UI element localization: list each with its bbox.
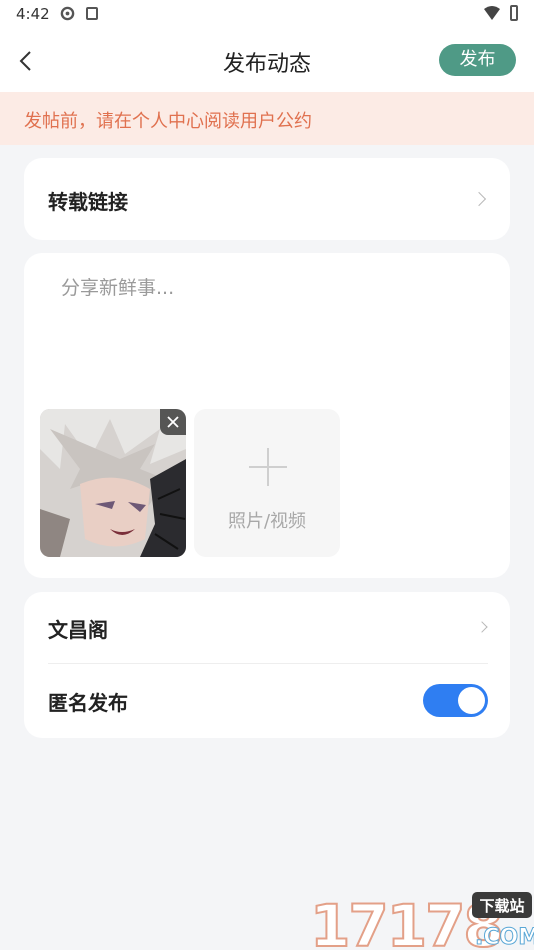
site-watermark-logo: 17178 下载站 .COM <box>310 891 534 950</box>
anonymous-toggle[interactable] <box>423 684 488 717</box>
remove-image-button[interactable] <box>160 409 186 435</box>
divider <box>48 663 488 664</box>
status-time: 4:42 <box>16 5 50 23</box>
post-text-input[interactable]: 分享新鲜事... <box>61 273 174 300</box>
battery-icon <box>510 5 518 21</box>
notice-banner: 发帖前，请在个人中心阅读用户公约 <box>0 92 534 145</box>
add-media-label: 照片/视频 <box>227 511 307 532</box>
options-card: 文昌阁 匿名发布 <box>24 592 510 738</box>
chevron-right-icon <box>476 621 488 633</box>
close-icon <box>167 416 179 428</box>
attached-image-thumbnail[interactable] <box>40 409 186 557</box>
repost-link-label: 转载链接 <box>48 190 128 214</box>
circle-label: 文昌阁 <box>48 618 108 642</box>
circle-select-row[interactable]: 文昌阁 <box>24 592 510 663</box>
status-bar: 4:42 <box>0 0 534 30</box>
add-photo-video-button[interactable]: 照片/视频 <box>194 409 340 557</box>
wifi-icon <box>484 6 500 20</box>
notice-text: 发帖前，请在个人中心阅读用户公约 <box>24 111 312 132</box>
anonymous-label: 匿名发布 <box>48 691 128 715</box>
composer-card: 分享新鲜事... 照片/视频 <box>24 253 510 578</box>
toggle-knob <box>458 687 485 714</box>
publish-button[interactable]: 发布 <box>439 44 516 76</box>
chevron-right-icon <box>471 191 487 207</box>
repost-link-row[interactable]: 转载链接 <box>24 158 510 240</box>
top-bar: 发布动态 发布 <box>0 30 534 92</box>
sync-icon <box>60 6 75 21</box>
app-notification-icon <box>86 7 98 20</box>
plus-icon-vertical <box>267 448 269 486</box>
svg-text:下载站: 下载站 <box>479 897 524 915</box>
svg-text:.COM: .COM <box>475 925 534 950</box>
